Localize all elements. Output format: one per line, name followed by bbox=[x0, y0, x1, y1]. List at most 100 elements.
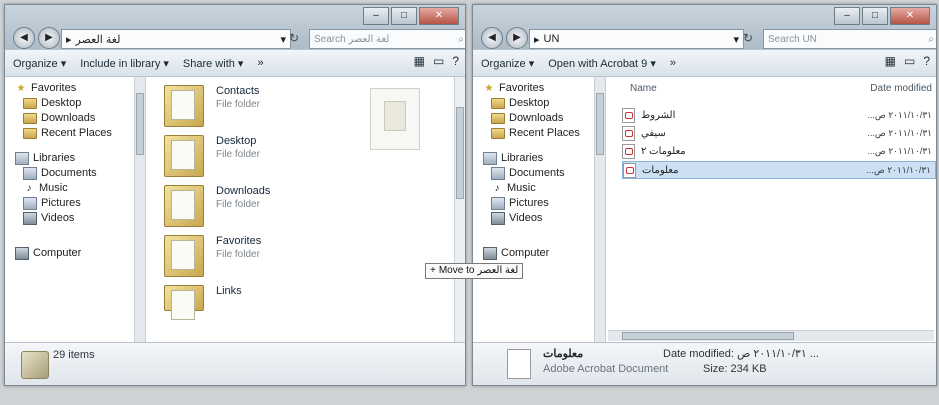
nav-desktop[interactable]: Desktop bbox=[5, 96, 145, 111]
details-date-modified: Date modified: ٢٠١١/١٠/٣١ ص ... bbox=[663, 348, 819, 360]
table-row[interactable]: الشروط ٢٠١١/١٠/٣١ ص... bbox=[622, 107, 936, 123]
nav-label: Documents bbox=[509, 167, 565, 179]
list-item[interactable]: Downloads File folder bbox=[164, 185, 270, 227]
column-name[interactable]: Name bbox=[630, 83, 657, 99]
recent-places-icon bbox=[23, 128, 37, 139]
help-icon[interactable]: ? bbox=[452, 54, 459, 68]
table-row[interactable]: معلومات ٢ ٢٠١١/١٠/٣١ ص... bbox=[622, 143, 936, 159]
nav-scrollbar[interactable] bbox=[134, 77, 145, 343]
nav-pictures[interactable]: Pictures bbox=[473, 196, 605, 211]
file-list-scrollbar[interactable] bbox=[454, 77, 465, 343]
refresh-icon[interactable]: ↻ bbox=[743, 31, 753, 45]
file-name: سيفي bbox=[641, 127, 666, 139]
list-item[interactable]: Favorites File folder bbox=[164, 235, 261, 277]
scroll-thumb[interactable] bbox=[622, 332, 794, 340]
address-bar[interactable]: ▸ UN ▾ bbox=[529, 29, 744, 49]
nav-computer[interactable]: Computer bbox=[5, 246, 145, 261]
item-name: Desktop bbox=[216, 135, 257, 147]
scroll-thumb[interactable] bbox=[596, 93, 604, 155]
nav-documents[interactable]: Documents bbox=[5, 166, 145, 181]
nav-videos[interactable]: Videos bbox=[5, 211, 145, 226]
nav-favorites[interactable]: ★ Favorites bbox=[473, 81, 605, 96]
preview-pane-icon[interactable]: ▭ bbox=[433, 54, 444, 68]
nav-label: Favorites bbox=[31, 82, 77, 94]
nav-label: Videos bbox=[509, 212, 543, 224]
navigation-pane: ★ Favorites Desktop Downloads Recent Plac… bbox=[5, 77, 146, 343]
nav-music[interactable]: ♪ Music bbox=[473, 181, 605, 196]
library-icon bbox=[15, 152, 29, 165]
maximize-button[interactable]: □ bbox=[862, 7, 888, 25]
maximize-button[interactable]: □ bbox=[391, 7, 417, 25]
folder-icon bbox=[164, 135, 204, 177]
nav-favorites[interactable]: ★ Favorites bbox=[5, 81, 145, 96]
table-row[interactable]: سيفي ٢٠١١/١٠/٣١ ص... bbox=[622, 125, 936, 141]
nav-music[interactable]: ♪ Music bbox=[5, 181, 145, 196]
back-button[interactable]: ◀ bbox=[13, 27, 35, 49]
item-name: Links bbox=[216, 285, 242, 297]
close-button[interactable]: ✕ bbox=[419, 7, 459, 25]
change-view-icon[interactable]: ▦ bbox=[414, 54, 425, 68]
nav-label: Music bbox=[507, 182, 536, 194]
change-view-icon[interactable]: ▦ bbox=[885, 54, 896, 68]
item-name: Downloads bbox=[216, 185, 271, 197]
open-with-acrobat-button[interactable]: Open with Acrobat 9 ▾ bbox=[548, 57, 656, 70]
minimize-button[interactable]: – bbox=[363, 7, 389, 25]
tooltip-text: Move to bbox=[438, 265, 475, 276]
nav-recent-places[interactable]: Recent Places bbox=[473, 126, 605, 141]
star-icon: ★ bbox=[16, 83, 26, 94]
minimize-button[interactable]: – bbox=[834, 7, 860, 25]
item-type: File folder bbox=[216, 149, 260, 160]
nav-desktop[interactable]: Desktop bbox=[473, 96, 605, 111]
close-button[interactable]: ✕ bbox=[890, 7, 930, 25]
documents-icon bbox=[491, 167, 505, 180]
column-date-modified[interactable]: Date modified bbox=[870, 83, 932, 99]
pictures-icon bbox=[491, 197, 505, 210]
preview-pane-icon[interactable]: ▭ bbox=[904, 54, 915, 68]
file-date: ٢٠١١/١٠/٣١ ص... bbox=[867, 145, 932, 156]
nav-documents[interactable]: Documents bbox=[473, 166, 605, 181]
nav-videos[interactable]: Videos bbox=[473, 211, 605, 226]
more-commands-button[interactable]: » bbox=[670, 57, 676, 69]
help-icon[interactable]: ? bbox=[923, 54, 930, 68]
nav-label: Favorites bbox=[499, 82, 545, 94]
nav-libraries[interactable]: Libraries bbox=[5, 151, 145, 166]
forward-button[interactable]: ▶ bbox=[38, 27, 60, 49]
nav-recent-places[interactable]: Recent Places bbox=[5, 126, 145, 141]
view-controls: ▦ ▭ ? bbox=[414, 54, 459, 68]
list-item[interactable]: Links bbox=[164, 285, 242, 320]
organize-button[interactable]: Organize ▾ bbox=[13, 57, 66, 70]
share-with-button[interactable]: Share with ▾ bbox=[183, 57, 244, 70]
nav-downloads[interactable]: Downloads bbox=[473, 111, 605, 126]
nav-scrollbar[interactable] bbox=[594, 77, 605, 343]
chevron-down-icon[interactable]: ▾ bbox=[280, 33, 286, 46]
search-placeholder: Search UN bbox=[768, 33, 817, 45]
nav-computer[interactable]: Computer bbox=[473, 246, 605, 261]
nav-libraries[interactable]: Libraries bbox=[473, 151, 605, 166]
explorer-window-right: – □ ✕ ◀ ▶ ▸ UN ▾ ↻ Search UN ⌕ Organize … bbox=[472, 4, 937, 386]
nav-label: Documents bbox=[41, 167, 97, 179]
search-input[interactable]: Search UN ⌕ bbox=[763, 29, 936, 49]
address-bar[interactable]: ▸ لغة العصر ▾ bbox=[61, 29, 291, 49]
scroll-thumb[interactable] bbox=[456, 107, 464, 199]
nav-downloads[interactable]: Downloads bbox=[5, 111, 145, 126]
list-item[interactable]: Contacts File folder bbox=[164, 85, 260, 127]
include-in-library-button[interactable]: Include in library ▾ bbox=[80, 57, 169, 70]
nav-pictures[interactable]: Pictures bbox=[5, 196, 145, 211]
refresh-icon[interactable]: ↻ bbox=[289, 31, 299, 45]
nav-label: Videos bbox=[41, 212, 75, 224]
more-commands-button[interactable]: » bbox=[257, 57, 263, 69]
list-item[interactable]: Desktop File folder bbox=[164, 135, 260, 177]
folder-icon bbox=[164, 285, 204, 320]
chevron-down-icon[interactable]: ▾ bbox=[733, 33, 739, 46]
back-button[interactable]: ◀ bbox=[481, 27, 503, 49]
organize-button[interactable]: Organize ▾ bbox=[481, 57, 534, 70]
nav-label: Recent Places bbox=[509, 127, 580, 139]
scroll-thumb[interactable] bbox=[136, 93, 144, 155]
nav-label: Desktop bbox=[41, 97, 82, 109]
forward-button[interactable]: ▶ bbox=[506, 27, 528, 49]
table-row-selected[interactable]: معلومات ٢٠١١/١٠/٣١ ص... bbox=[622, 161, 936, 179]
horizontal-scrollbar[interactable] bbox=[608, 330, 934, 341]
nav-buttons: ◀ ▶ bbox=[481, 27, 528, 49]
library-icon bbox=[483, 152, 497, 165]
search-input[interactable]: Search لغة العصر ⌕ bbox=[309, 29, 465, 49]
